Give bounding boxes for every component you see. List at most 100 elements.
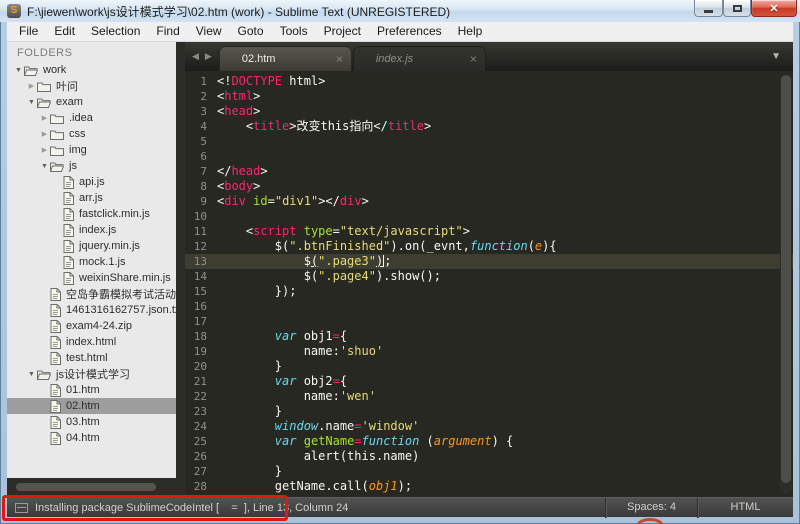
minimize-button[interactable] xyxy=(694,0,723,17)
code-line-14[interactable]: 14 $(".page4").show(); xyxy=(185,269,793,284)
code-line-18[interactable]: 18 var obj1={ xyxy=(185,329,793,344)
tab-scroll-left-icon[interactable]: ◀ xyxy=(189,51,202,62)
tree-collapsed-icon[interactable]: ▶ xyxy=(39,130,50,138)
code-line-19[interactable]: 19 name:'shuo' xyxy=(185,344,793,359)
tree-item-test-html[interactable]: test.html xyxy=(7,350,176,366)
code-token: } xyxy=(217,359,283,373)
menu-item-view[interactable]: View xyxy=(188,22,230,41)
code-content: <body> xyxy=(217,179,793,194)
sidebar-horizontal-scrollbar[interactable] xyxy=(7,478,185,497)
tree-item-work[interactable]: ▼ work xyxy=(7,62,176,78)
tree-item-css[interactable]: ▶ css xyxy=(7,126,176,142)
code-line-11[interactable]: 11 <script type="text/javascript"> xyxy=(185,224,793,239)
tree-item-1461316162757-json-txt[interactable]: 1461316162757.json.txt xyxy=(7,302,176,318)
code-line-6[interactable]: 6 xyxy=(185,149,793,164)
tree-collapsed-icon[interactable]: ▶ xyxy=(26,82,37,90)
tree-item-01-htm[interactable]: 01.htm xyxy=(7,382,176,398)
tree-item-fastclick-min-js[interactable]: fastclick.min.js xyxy=(7,206,176,222)
menu-item-file[interactable]: File xyxy=(11,22,46,41)
tree-item-idea[interactable]: ▶ .idea xyxy=(7,110,176,126)
menu-item-edit[interactable]: Edit xyxy=(46,22,83,41)
code-line-7[interactable]: 7 </head> xyxy=(185,164,793,179)
tree-item-arr-js[interactable]: arr.js xyxy=(7,190,176,206)
tree-item-js[interactable]: ▼ js设计模式学习 xyxy=(7,366,176,382)
tree-collapsed-icon[interactable]: ▶ xyxy=(39,114,50,122)
tab-overflow-icon[interactable]: ▼ xyxy=(771,51,781,62)
tree-item-item[interactable]: ▶ 叶问 xyxy=(7,78,176,94)
status-html[interactable]: HTML xyxy=(697,497,793,518)
sidebar-vertical-scrollbar[interactable] xyxy=(176,42,185,497)
tab-02-htm[interactable]: 02.htm × xyxy=(218,46,352,71)
code-token: ).on(_evnt, xyxy=(390,239,470,253)
code-line-13[interactable]: 13 $(".page3"); xyxy=(185,254,793,269)
tree-item-jquery-min-js[interactable]: jquery.min.js xyxy=(7,238,176,254)
tab-close-icon[interactable]: × xyxy=(470,53,477,65)
code-line-20[interactable]: 20 } xyxy=(185,359,793,374)
tree-item-index-js[interactable]: index.js xyxy=(7,222,176,238)
code-line-27[interactable]: 27 } xyxy=(185,464,793,479)
close-button[interactable]: ✕ xyxy=(751,0,797,17)
editor-vertical-scrollbar[interactable] xyxy=(780,74,792,494)
panel-toggle-icon[interactable] xyxy=(15,502,28,513)
code-line-12[interactable]: 12 $(".btnFinished").on(_evnt,function(e… xyxy=(185,239,793,254)
tree-expanded-icon[interactable]: ▼ xyxy=(13,67,24,74)
tree-item-api-js[interactable]: api.js xyxy=(7,174,176,190)
tabs: 02.htm × index.js × xyxy=(218,46,487,71)
tab-scroll-right-icon[interactable]: ▶ xyxy=(202,51,215,62)
code-line-10[interactable]: 10 xyxy=(185,209,793,224)
code-line-16[interactable]: 16 xyxy=(185,299,793,314)
tab-close-icon[interactable]: × xyxy=(336,53,343,65)
code-line-28[interactable]: 28 getName.call(obj1); xyxy=(185,479,793,494)
tree-expanded-icon[interactable]: ▼ xyxy=(26,99,37,106)
tree-item-weixinshare-min-js[interactable]: weixinShare.min.js xyxy=(7,270,176,286)
status-right: Spaces: 4 HTML xyxy=(605,497,793,518)
menu-item-selection[interactable]: Selection xyxy=(83,22,148,41)
tree-item-exam[interactable]: ▼ exam xyxy=(7,94,176,110)
code-line-15[interactable]: 15 }); xyxy=(185,284,793,299)
titlebar[interactable]: S F:\jiewen\work\js设计模式学习\02.htm (work) … xyxy=(0,0,800,22)
editor-scrollbar-thumb[interactable] xyxy=(781,75,791,483)
tree-collapsed-icon[interactable]: ▶ xyxy=(39,146,50,154)
tree-item-exam4-24-zip[interactable]: exam4-24.zip xyxy=(7,318,176,334)
window-frame: File Edit Selection Find View Goto Tools Projec… xyxy=(7,22,793,518)
tree-item-img[interactable]: ▶ img xyxy=(7,142,176,158)
tree-item-03-htm[interactable]: 03.htm xyxy=(7,414,176,430)
code-token: } xyxy=(217,404,283,418)
code-line-22[interactable]: 22 name:'wen' xyxy=(185,389,793,404)
code-line-5[interactable]: 5 xyxy=(185,134,793,149)
menu-item-tools[interactable]: Tools xyxy=(272,22,316,41)
sidebar-scrollbar-thumb[interactable] xyxy=(16,483,156,491)
status-spaces-4[interactable]: Spaces: 4 xyxy=(605,497,697,518)
line-number: 27 xyxy=(193,465,207,478)
menu-item-help[interactable]: Help xyxy=(450,22,491,41)
code-line-17[interactable]: 17 xyxy=(185,314,793,329)
tab-index-js[interactable]: index.js × xyxy=(352,46,486,71)
code-line-9[interactable]: 9 <div id="div1"></div> xyxy=(185,194,793,209)
menu-item-project[interactable]: Project xyxy=(316,22,369,41)
tree-expanded-icon[interactable]: ▼ xyxy=(39,163,50,170)
code-line-1[interactable]: 1 <!DOCTYPE html> xyxy=(185,74,793,89)
code-editor[interactable]: 1 <!DOCTYPE html> 2 <html> 3 <head> 4 <title>改… xyxy=(185,71,793,497)
code-line-23[interactable]: 23 } xyxy=(185,404,793,419)
code-line-25[interactable]: 25 var getName=function (argument) { xyxy=(185,434,793,449)
app-icon: S xyxy=(7,4,21,18)
tree-item-item[interactable]: 空岛争霸模拟考试活动接口 xyxy=(7,286,176,302)
code-line-3[interactable]: 3 <head> xyxy=(185,104,793,119)
tree-item-04-htm[interactable]: 04.htm xyxy=(7,430,176,446)
code-line-8[interactable]: 8 <body> xyxy=(185,179,793,194)
code-line-2[interactable]: 2 <html> xyxy=(185,89,793,104)
menu-item-find[interactable]: Find xyxy=(148,22,187,41)
tree-item-02-htm[interactable]: 02.htm xyxy=(7,398,176,414)
tree-item-js[interactable]: ▼ js xyxy=(7,158,176,174)
tree-expanded-icon[interactable]: ▼ xyxy=(26,371,37,378)
tree-item-index-html[interactable]: index.html xyxy=(7,334,176,350)
menu-item-preferences[interactable]: Preferences xyxy=(369,22,450,41)
menu-item-goto[interactable]: Goto xyxy=(230,22,272,41)
maximize-button[interactable] xyxy=(723,0,751,17)
code-line-4[interactable]: 4 <title>改变this指向</title> xyxy=(185,119,793,134)
code-line-21[interactable]: 21 var obj2={ xyxy=(185,374,793,389)
code-line-24[interactable]: 24 window.name='window' xyxy=(185,419,793,434)
code-line-26[interactable]: 26 alert(this.name) xyxy=(185,449,793,464)
tree-item-mock-1-js[interactable]: mock.1.js xyxy=(7,254,176,270)
editor-area: ◀ ▶ 02.htm × index.js × ▼ 1 <!DOCTYPE html> 2… xyxy=(185,42,793,497)
